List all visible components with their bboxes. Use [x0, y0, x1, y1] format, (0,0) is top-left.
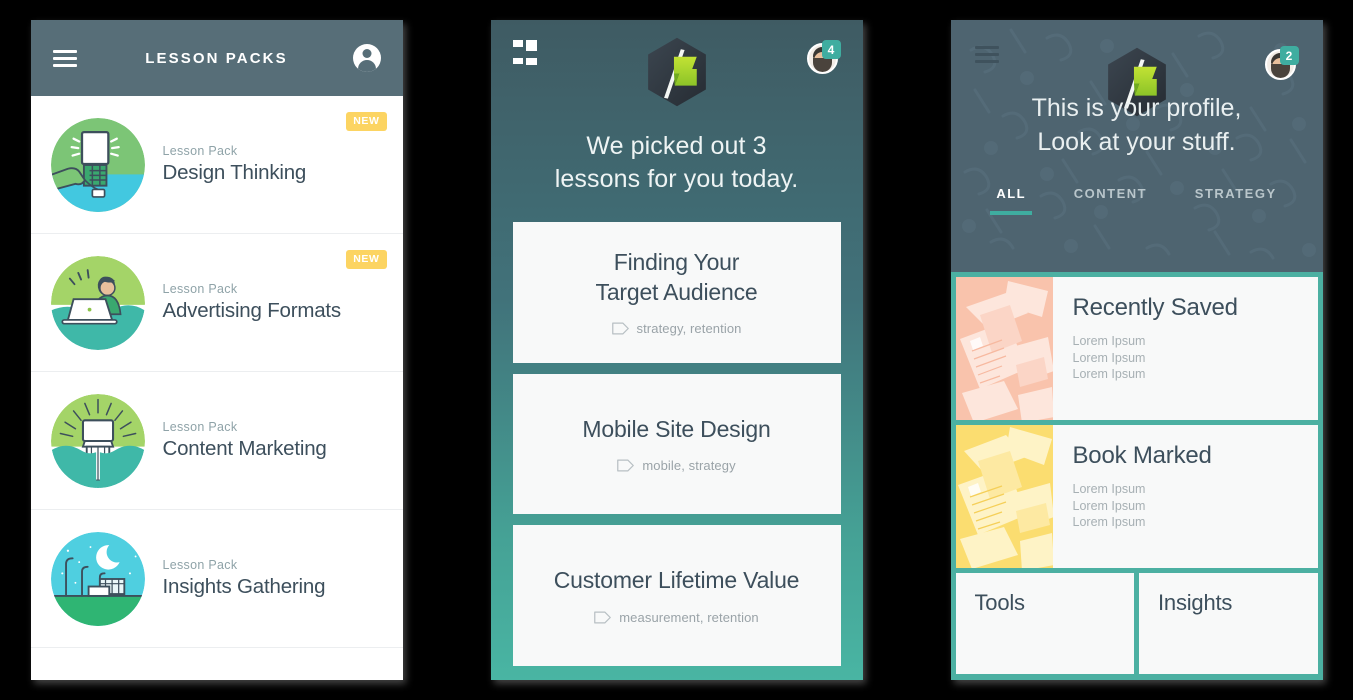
tag-icon [611, 322, 629, 335]
lesson-card-title: Customer Lifetime Value [554, 566, 800, 595]
heading-line-1: We picked out 3 [586, 132, 767, 160]
profile-content: Recently Saved Lorem Ipsum Lorem Ipsum L… [950, 272, 1323, 680]
lesson-card-tags: measurement, retention [594, 610, 759, 625]
list-item[interactable]: Lesson Pack Content Marketing [30, 372, 403, 510]
insights-gathering-illustration [50, 531, 145, 626]
tab-all[interactable]: ALL [990, 186, 1032, 215]
pink-papers-thumbnail [955, 277, 1053, 420]
saved-card-book-marked[interactable]: Book Marked Lorem Ipsum Lorem Ipsum Lore… [955, 425, 1318, 568]
lesson-card-tags: mobile, strategy [617, 458, 736, 474]
profile-topbar: 2 [951, 20, 1323, 117]
page-title: LESSON PACKS [145, 49, 288, 67]
list-item: Lorem Ipsum [1072, 515, 1146, 530]
profile-header: 2 This is your profile, Look at your stu… [950, 20, 1323, 272]
tag-list: measurement, retention [619, 609, 759, 625]
phone-screen-daily-picks: 4 We picked out 3 lessons for you today.… [490, 20, 863, 680]
lesson-title-line-1: Mobile Site Design [582, 415, 771, 442]
screen-heading: This is your profile, Look at your stuff… [951, 92, 1323, 160]
phone-screen-profile: 2 This is your profile, Look at your stu… [950, 20, 1323, 680]
saved-card-body: Recently Saved Lorem Ipsum Lorem Ipsum L… [1053, 277, 1258, 420]
status-badge: NEW [346, 250, 387, 269]
tab-strategy[interactable]: STRATEGY [1195, 186, 1277, 215]
list-item: Lorem Ipsum [1072, 498, 1146, 513]
daily-picks-header: 4 [491, 20, 863, 124]
lesson-title-line-2: Target Audience [595, 278, 758, 305]
pack-title: Design Thinking [162, 161, 307, 184]
list-item[interactable]: Lesson Pack Design Thinking NEW [30, 96, 403, 234]
pack-title: Insights Gathering [162, 575, 326, 598]
list-item: Lorem Ipsum [1072, 350, 1146, 365]
list-item: Lorem Ipsum [1072, 482, 1146, 496]
hexagon-flag-logo [647, 37, 706, 107]
mini-card-row: Tools Insights [955, 573, 1318, 674]
notification-badge: 2 [1279, 46, 1299, 65]
pack-kicker: Lesson Pack [162, 144, 238, 158]
list-item-text: Lesson Pack Design Thinking [163, 144, 307, 185]
lesson-card-title: Mobile Site Design [582, 415, 770, 444]
saved-card-recently-saved[interactable]: Recently Saved Lorem Ipsum Lorem Ipsum L… [955, 277, 1318, 420]
screens-stage: LESSON PACKS Lesson Pack Design Thinking… [0, 0, 1353, 700]
notification-badge: 4 [821, 40, 841, 59]
avatar[interactable]: 4 [806, 40, 841, 74]
status-badge: NEW [346, 112, 387, 131]
saved-card-lines: Lorem Ipsum Lorem Ipsum Lorem Ipsum [1073, 333, 1238, 383]
list-item[interactable]: Lesson Pack Advertising Formats NEW [30, 234, 403, 372]
content-marketing-illustration [50, 393, 145, 488]
tag-icon [617, 459, 635, 472]
tag-list: mobile, strategy [642, 458, 736, 474]
pack-kicker: Lesson Pack [162, 420, 238, 434]
tag-list: strategy, retention [636, 321, 742, 337]
mini-card-title: Tools [974, 590, 1026, 615]
lesson-card-tags: strategy, retention [611, 321, 742, 337]
lesson-card[interactable]: Mobile Site Design mobile, strategy [512, 373, 841, 515]
saved-card-lines: Lorem Ipsum Lorem Ipsum Lorem Ipsum [1073, 481, 1212, 531]
heading-line-2: lessons for you today. [554, 165, 799, 193]
lesson-card[interactable]: Customer Lifetime Value measurement, ret… [512, 525, 841, 667]
list-item-text: Lesson Pack Content Marketing [163, 420, 327, 461]
pack-title: Advertising Formats [162, 299, 342, 322]
mini-card-title: Insights [1158, 590, 1233, 615]
saved-card-title: Book Marked [1072, 442, 1212, 469]
list-item: Lorem Ipsum [1072, 334, 1146, 348]
list-item-text: Lesson Pack Advertising Formats [162, 282, 342, 323]
account-circle-icon[interactable] [352, 44, 381, 72]
lesson-title-line-1: Customer Lifetime Value [553, 567, 800, 594]
yellow-papers-thumbnail [955, 425, 1053, 568]
mini-card-tools[interactable]: Tools [955, 573, 1134, 674]
pack-kicker: Lesson Pack [162, 558, 238, 572]
list-item[interactable]: Lesson Pack Insights Gathering [30, 510, 403, 648]
lesson-card-list: Finding Your Target Audience strategy, r… [491, 196, 863, 680]
advertising-formats-illustration [50, 255, 145, 350]
saved-card-title: Recently Saved [1072, 294, 1238, 321]
design-thinking-illustration [50, 117, 145, 212]
screen-heading: We picked out 3 lessons for you today. [491, 124, 863, 196]
lesson-card[interactable]: Finding Your Target Audience strategy, r… [512, 222, 841, 363]
lesson-title-line-1: Finding Your [613, 249, 740, 276]
list-item: Lorem Ipsum [1072, 367, 1146, 382]
tab-content[interactable]: CONTENT [1074, 186, 1147, 215]
mini-card-insights[interactable]: Insights [1139, 573, 1318, 674]
profile-tabs: ALL CONTENT STRATEGY [951, 186, 1323, 215]
lesson-packs-header: LESSON PACKS [30, 20, 403, 96]
list-item-text: Lesson Pack Insights Gathering [163, 558, 326, 599]
lesson-pack-list: Lesson Pack Design Thinking NEW Lesson P… [30, 96, 403, 680]
pack-title: Content Marketing [162, 437, 327, 460]
pack-kicker: Lesson Pack [162, 282, 238, 296]
heading-line-1: This is your profile, [1031, 94, 1242, 122]
tag-icon [594, 611, 612, 624]
avatar[interactable]: 2 [1264, 46, 1299, 80]
lesson-card-title: Finding Your Target Audience [596, 248, 758, 307]
heading-line-2: Look at your stuff. [1037, 127, 1236, 156]
phone-screen-lesson-packs: LESSON PACKS Lesson Pack Design Thinking… [30, 20, 403, 680]
saved-card-body: Book Marked Lorem Ipsum Lorem Ipsum Lore… [1053, 425, 1232, 568]
